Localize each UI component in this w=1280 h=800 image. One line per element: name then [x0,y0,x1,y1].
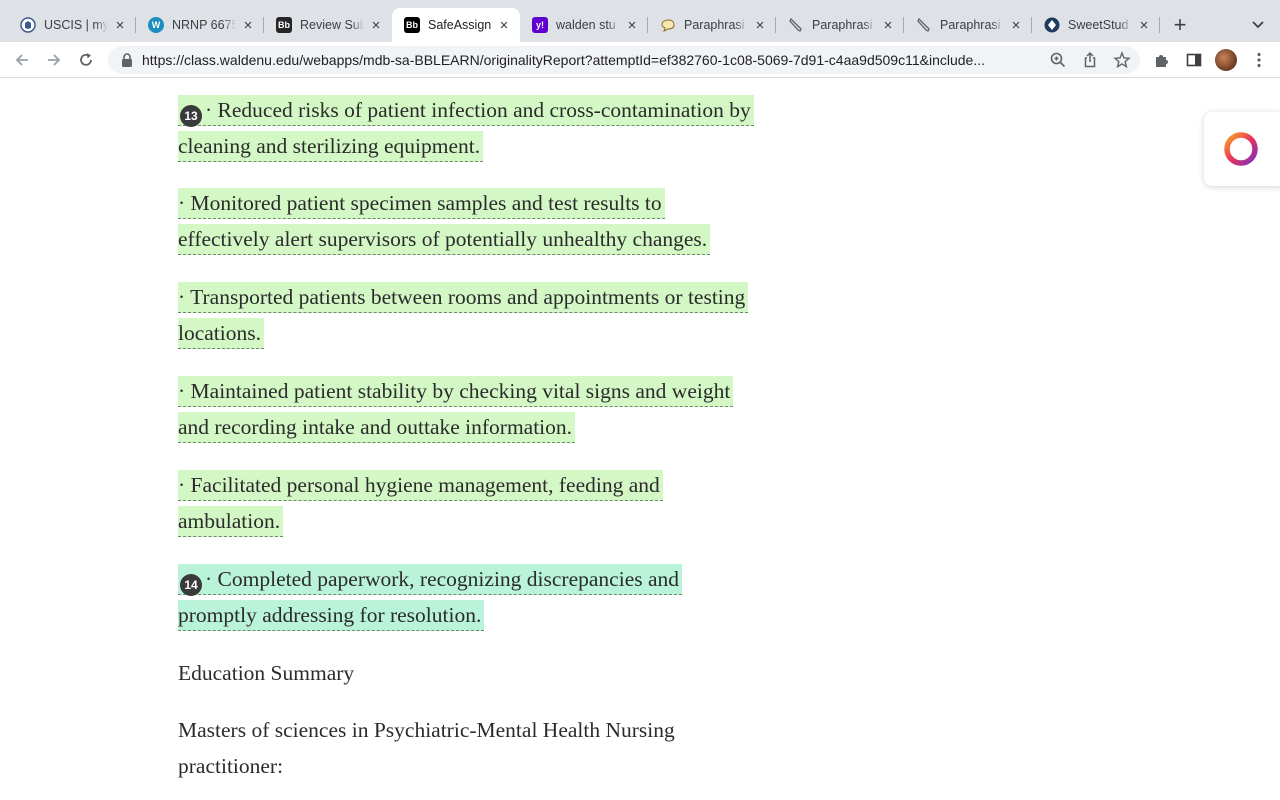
close-icon[interactable]: × [112,17,128,34]
tab-sweetstudy[interactable]: SweetStud × [1032,8,1160,42]
matched-paragraph[interactable]: 14 · Completed paperwork, recognizing dis… [178,561,758,633]
tab-uscis[interactable]: USCIS | my × [8,8,136,42]
close-icon[interactable]: × [752,17,768,34]
bookmark-star-icon[interactable] [1112,50,1132,70]
tab-safeassign[interactable]: Bb SafeAssign × [392,8,520,42]
browser-menu-button[interactable] [1247,48,1271,72]
tab-title: NRNP 6675 [172,18,236,32]
match-number-badge[interactable]: 13 [180,105,202,127]
new-tab-button[interactable]: + [1168,12,1192,37]
tab-title: Paraphrasi [812,18,873,32]
close-icon[interactable]: × [240,17,256,34]
match-highlight[interactable]: 13 · Reduced risks of patient infection a… [178,95,754,162]
yahoo-icon: y! [532,17,548,33]
uscis-seal-icon [20,17,36,33]
close-icon[interactable]: × [1136,17,1152,34]
tab-title: Review Sub [300,18,364,32]
match-highlight[interactable]: · Facilitated personal hygiene managemen… [178,470,663,537]
tab-title: Paraphrasi [940,18,1001,32]
ring-logo-icon [1224,132,1258,166]
matched-paragraph[interactable]: · Transported patients between rooms and… [178,279,758,351]
match-highlight[interactable]: 14 · Completed paperwork, recognizing dis… [178,564,683,631]
paragraph-text: · Maintained patient stability by checki… [178,379,731,439]
tab-strip: USCIS | my × W NRNP 6675 × Bb Review Sub… [0,0,1280,42]
close-icon[interactable]: × [624,17,640,34]
tab-search-chevron-icon[interactable] [1248,14,1268,34]
match-highlight[interactable]: · Transported patients between rooms and… [178,282,749,349]
reload-button[interactable] [74,48,98,72]
side-panel-icon [1186,53,1202,67]
tab-title: walden stu [556,18,616,32]
close-icon[interactable]: × [496,17,512,34]
paragraph-text: · Completed paperwork, recognizing discr… [178,567,680,627]
back-arrow-icon [15,54,28,66]
matched-paragraph[interactable]: · Monitored patient specimen samples and… [178,185,758,257]
address-bar[interactable]: https://class.waldenu.edu/webapps/mdb-sa… [108,46,1140,74]
tab-title: SweetStud [1068,18,1129,32]
tab-review-submission[interactable]: Bb Review Sub × [264,8,392,42]
matched-paragraph[interactable]: · Facilitated personal hygiene managemen… [178,467,758,539]
profile-avatar[interactable] [1215,49,1237,71]
tab-paraphrasing-3[interactable]: Paraphrasi × [904,8,1032,42]
share-icon[interactable] [1080,50,1100,70]
close-icon[interactable]: × [880,17,896,34]
kebab-menu-icon [1257,52,1261,68]
floating-assistant-button[interactable] [1204,112,1280,186]
tab-title: SafeAssign [428,18,492,32]
sweetstudy-icon [1044,17,1060,33]
paragraph-text: · Monitored patient specimen samples and… [178,191,708,251]
match-number-badge[interactable]: 14 [180,574,202,596]
tab-paraphrasing-1[interactable]: Paraphrasi × [648,8,776,42]
match-highlight[interactable]: · Maintained patient stability by checki… [178,376,734,443]
matched-paragraph[interactable]: 13 · Reduced risks of patient infection a… [178,92,758,164]
tab-title: Paraphrasi [684,18,745,32]
paragraph-text: · Facilitated personal hygiene managemen… [178,473,660,533]
browser-toolbar: https://class.waldenu.edu/webapps/mdb-sa… [0,42,1280,78]
extensions-button[interactable] [1150,48,1174,72]
quillbot-icon [660,17,676,33]
blackboard-icon: Bb [276,17,292,33]
originality-report-content: 13 · Reduced risks of patient infection a… [0,79,1280,800]
forward-arrow-icon [48,54,61,66]
url-text[interactable]: https://class.waldenu.edu/webapps/mdb-sa… [142,52,1042,68]
reload-icon [80,53,92,66]
close-icon[interactable]: × [1008,17,1024,34]
match-highlight[interactable]: · Monitored patient specimen samples and… [178,188,711,255]
section-heading: Education Summary [178,661,355,685]
blackboard-icon: Bb [404,17,420,33]
back-button[interactable] [10,48,34,72]
lock-icon[interactable] [120,52,134,68]
zoom-icon[interactable] [1048,50,1068,70]
tab-title: USCIS | my [44,18,108,32]
pen-nib-icon [788,17,804,33]
puzzle-piece-icon [1156,55,1168,67]
wordpress-icon: W [148,17,164,33]
tab-walden-search[interactable]: y! walden stu × [520,8,648,42]
forward-button[interactable] [42,48,66,72]
tab-nrnp[interactable]: W NRNP 6675 × [136,8,264,42]
degree-text: Masters of sciences in Psychiatric-Menta… [178,718,675,778]
pen-nib-icon [916,17,932,33]
side-panel-button[interactable] [1182,48,1206,72]
paragraph-text: · Reduced risks of patient infection and… [178,98,751,158]
tab-paraphrasing-2[interactable]: Paraphrasi × [776,8,904,42]
matched-paragraph[interactable]: · Maintained patient stability by checki… [178,373,758,445]
close-icon[interactable]: × [368,17,384,34]
paragraph-text: · Transported patients between rooms and… [178,285,746,345]
